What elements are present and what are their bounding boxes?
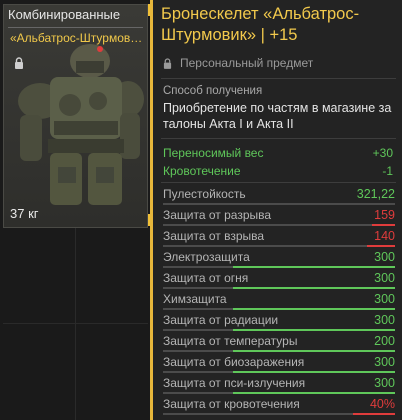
personal-item-row: Персональный предмет <box>163 56 313 70</box>
stat-name: Защита от взрыва <box>163 229 265 243</box>
acquire-label: Способ получения <box>163 85 263 97</box>
stat-bar <box>163 371 395 373</box>
inventory-item-card[interactable]: Комбинированные «Альбатрос-Штурмови… 37 … <box>3 4 148 228</box>
stat-bar-fill <box>367 245 395 247</box>
item-weight: 37 кг <box>10 206 39 221</box>
item-title: Бронескелет «Альбатрос-Штурмовик» | +15 <box>161 5 360 44</box>
stat-bar-fill <box>353 413 395 415</box>
stat-value: 300 <box>374 250 395 264</box>
stat-bar <box>163 329 395 331</box>
stat-row: Защита от биозаражения 300 <box>163 353 395 373</box>
armor-item-icon <box>18 44 144 205</box>
item-category: Комбинированные <box>8 7 121 22</box>
stat-name: Защита от разрыва <box>163 208 272 222</box>
stat-bar <box>163 392 395 394</box>
stat-name: Защита от биозаражения <box>163 355 305 369</box>
stat-bar-fill <box>232 371 395 373</box>
stat-value: 321,22 <box>356 187 395 201</box>
inventory-grid <box>3 228 148 420</box>
stat-value: 300 <box>374 355 395 369</box>
stat-value: 40% <box>369 397 395 411</box>
stat-row: Защита от огня 300 <box>163 269 395 289</box>
stat-bar-fill <box>232 308 395 310</box>
stat-row: Защита от разрыва 159 <box>163 206 395 226</box>
divider <box>161 78 396 79</box>
stat-name: Защита от температуры <box>163 334 298 348</box>
stat-bar <box>163 203 395 205</box>
divider <box>161 182 396 183</box>
stat-row: Защита от радиации 300 <box>163 311 395 331</box>
stat-row: Защита от кровотечения 40% <box>163 395 395 415</box>
stat-bar <box>163 308 395 310</box>
stat-row: Защита от пси-излучения 300 <box>163 374 395 394</box>
modifier-value: -1 <box>382 164 393 178</box>
stat-bar-fill <box>232 329 395 331</box>
stat-name: Защита от огня <box>163 271 249 285</box>
stat-bar <box>163 266 395 268</box>
stat-name: Защита от кровотечения <box>163 397 300 411</box>
stat-bar <box>163 287 395 289</box>
stat-name: Защита от пси-излучения <box>163 376 306 390</box>
stat-row: Химзащита 300 <box>163 290 395 310</box>
stat-value: 300 <box>374 313 395 327</box>
personal-item-label: Персональный предмет <box>180 56 314 70</box>
card-divider <box>8 27 143 28</box>
item-tooltip: Бронескелет «Альбатрос-Штурмовик» | +15 … <box>150 0 402 420</box>
stat-bar-fill <box>232 392 395 394</box>
stat-value: 300 <box>374 376 395 390</box>
stat-bar <box>163 224 395 226</box>
stat-row: Защита от взрыва 140 <box>163 227 395 247</box>
stat-value: 140 <box>374 229 395 243</box>
modifier-name: Переносимый вес <box>163 146 264 160</box>
modifier-value: +30 <box>372 146 393 160</box>
modifier-name: Кровотечение <box>163 164 241 178</box>
stat-bar <box>163 413 395 415</box>
stat-value: 300 <box>374 292 395 306</box>
stat-value: 200 <box>374 334 395 348</box>
lock-icon <box>163 58 172 69</box>
stat-bar-fill <box>232 266 395 268</box>
stat-name: Электрозащита <box>163 250 250 264</box>
stat-bar-fill <box>371 224 395 226</box>
stat-bar-fill <box>232 287 395 289</box>
stat-name: Пулестойкость <box>163 187 246 201</box>
stat-bar <box>163 245 395 247</box>
stat-bar-fill <box>232 350 395 352</box>
stat-row: Электрозащита 300 <box>163 248 395 268</box>
stat-row: Защита от температуры 200 <box>163 332 395 352</box>
modifier-row: Кровотечение -1 <box>163 164 393 178</box>
modifier-row: Переносимый вес +30 <box>163 146 393 160</box>
stat-name: Химзащита <box>163 292 227 306</box>
acquire-text: Приобретение по частям в магазине за тал… <box>163 101 392 131</box>
stat-value: 159 <box>374 208 395 222</box>
divider <box>161 138 396 139</box>
stat-name: Защита от радиации <box>163 313 279 327</box>
stat-row: Пулестойкость 321,22 <box>163 185 395 205</box>
stat-bar <box>163 350 395 352</box>
stat-value: 300 <box>374 271 395 285</box>
